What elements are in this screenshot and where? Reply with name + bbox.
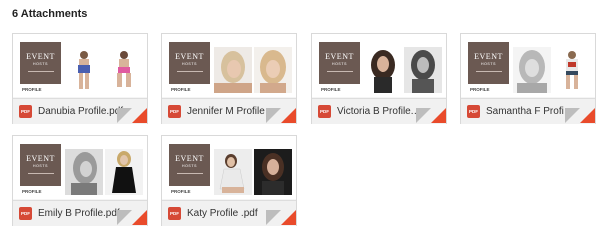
attachment-filename[interactable]: Emily B Profile.pdf: [38, 208, 126, 219]
attachment-preview[interactable]: EVENT HOSTS PROFILE: [13, 34, 147, 97]
logo-subtext: HOSTS: [181, 62, 198, 66]
profile-label: PROFILE: [22, 87, 42, 92]
logo-subtext: HOSTS: [181, 164, 198, 168]
logo-text: EVENT: [26, 154, 55, 163]
event-hosts-logo: EVENT HOSTS: [20, 42, 61, 84]
attachment-preview[interactable]: EVENT HOSTS PROFILE: [13, 136, 147, 199]
download-corner-icon[interactable]: [132, 108, 147, 123]
corner-fold-icon: [117, 210, 132, 225]
model-photo: [105, 149, 143, 195]
attachment-preview[interactable]: EVENT HOSTS PROFILE: [461, 34, 595, 97]
profile-label: PROFILE: [470, 87, 490, 92]
model-photo: [404, 47, 442, 93]
attachments-header: 6 Attachments: [12, 8, 88, 20]
download-corner-icon[interactable]: [580, 108, 595, 123]
corner-fold-icon: [416, 108, 431, 123]
corner-fold-icon: [117, 108, 132, 123]
logo-divider: [27, 71, 54, 72]
logo-subtext: HOSTS: [32, 62, 49, 66]
logo-subtext: HOSTS: [331, 62, 348, 66]
model-photo: [214, 47, 252, 93]
attachment-preview[interactable]: EVENT HOSTS PROFILE: [162, 34, 296, 97]
model-photo: [513, 47, 551, 93]
pdf-icon: PDF: [318, 105, 331, 118]
logo-subtext: HOSTS: [32, 164, 49, 168]
event-hosts-logo: EVENT HOSTS: [169, 42, 210, 84]
attachment-card-jennifer[interactable]: EVENT HOSTS PROFILE PDF Jennifer M Profi…: [161, 33, 297, 124]
logo-divider: [176, 173, 203, 174]
attachment-card-samantha[interactable]: EVENT HOSTS PROFILE PDF Samantha F Profi…: [460, 33, 596, 124]
attachment-card-victoria[interactable]: EVENT HOSTS PROFILE PDF Victoria B Profi…: [311, 33, 447, 124]
attachment-filename[interactable]: Katy Profile .pdf: [187, 208, 275, 219]
event-hosts-logo: EVENT HOSTS: [468, 42, 509, 84]
download-corner-icon[interactable]: [281, 210, 296, 225]
logo-text: EVENT: [175, 52, 204, 61]
corner-fold-icon: [565, 108, 580, 123]
logo-text: EVENT: [325, 52, 354, 61]
pdf-icon: PDF: [19, 105, 32, 118]
model-photo: [65, 149, 103, 195]
logo-text: EVENT: [26, 52, 55, 61]
event-hosts-logo: EVENT HOSTS: [20, 144, 61, 186]
download-corner-icon[interactable]: [281, 108, 296, 123]
attachment-card-katy[interactable]: EVENT HOSTS PROFILE PDF Katy Profile .pd…: [161, 135, 297, 226]
pdf-icon: PDF: [19, 207, 32, 220]
logo-divider: [176, 71, 203, 72]
profile-label: PROFILE: [22, 189, 42, 194]
attachment-card-danubia[interactable]: EVENT HOSTS PROFILE PDF Danubia Profile.…: [12, 33, 148, 124]
model-photo: [254, 149, 292, 195]
pdf-icon: PDF: [168, 105, 181, 118]
event-hosts-logo: EVENT HOSTS: [169, 144, 210, 186]
model-photo: [65, 47, 103, 93]
profile-label: PROFILE: [171, 189, 191, 194]
model-photo: [105, 47, 143, 93]
download-corner-icon[interactable]: [431, 108, 446, 123]
profile-label: PROFILE: [321, 87, 341, 92]
attachment-preview[interactable]: EVENT HOSTS PROFILE: [312, 34, 446, 97]
attachment-filename[interactable]: Samantha F Profile.pdf: [486, 106, 574, 117]
attachment-filename[interactable]: Jennifer M Profile.pdf: [187, 106, 275, 117]
attachment-filename[interactable]: Danubia Profile.pdf: [38, 106, 126, 117]
attachment-filename[interactable]: Victoria B Profile.pdf: [337, 106, 425, 117]
profile-label: PROFILE: [171, 87, 191, 92]
model-photo: [553, 47, 591, 93]
model-photo: [364, 47, 402, 93]
download-corner-icon[interactable]: [132, 210, 147, 225]
logo-divider: [27, 173, 54, 174]
logo-text: EVENT: [175, 154, 204, 163]
logo-text: EVENT: [474, 52, 503, 61]
logo-divider: [326, 71, 353, 72]
model-photo: [214, 149, 252, 195]
event-hosts-logo: EVENT HOSTS: [319, 42, 360, 84]
logo-subtext: HOSTS: [480, 62, 497, 66]
attachment-preview[interactable]: EVENT HOSTS PROFILE: [162, 136, 296, 199]
pdf-icon: PDF: [168, 207, 181, 220]
corner-fold-icon: [266, 210, 281, 225]
logo-divider: [475, 71, 502, 72]
corner-fold-icon: [266, 108, 281, 123]
model-photo: [254, 47, 292, 93]
attachment-card-emily[interactable]: EVENT HOSTS PROFILE PDF Emily B Profile.…: [12, 135, 148, 226]
pdf-icon: PDF: [467, 105, 480, 118]
